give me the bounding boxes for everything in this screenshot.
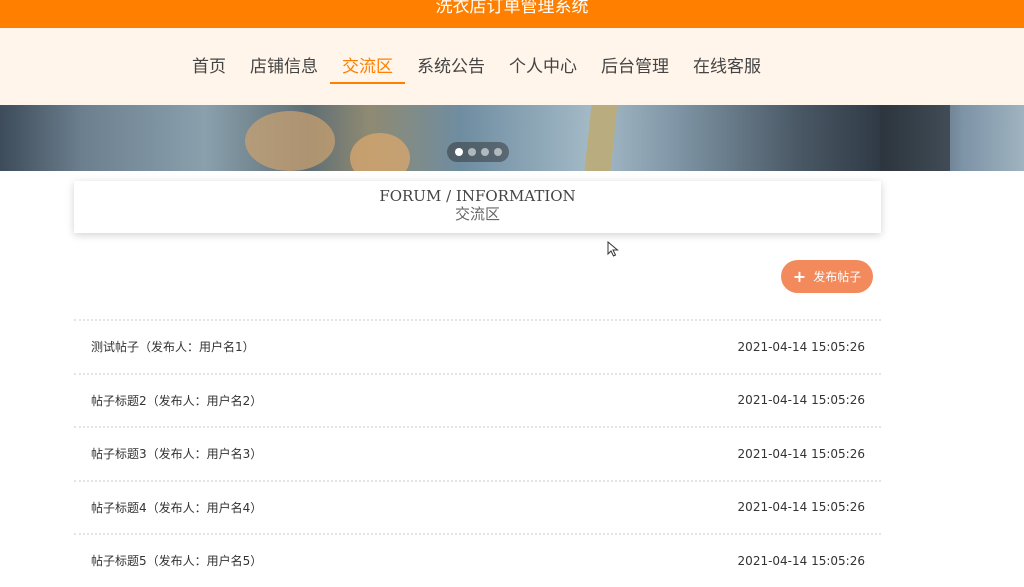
publish-post-button[interactable]: + 发布帖子 bbox=[781, 260, 873, 293]
list-item[interactable]: 帖子标题3（发布人：用户名3） 2021-04-14 15:05:26 bbox=[74, 426, 881, 480]
nav-item-online-service[interactable]: 在线客服 bbox=[683, 56, 771, 78]
carousel-indicators bbox=[447, 142, 509, 162]
nav-item-personal-center[interactable]: 个人中心 bbox=[499, 56, 587, 78]
nav-item-forum[interactable]: 交流区 bbox=[330, 56, 405, 84]
post-title: 帖子标题5（发布人：用户名5） bbox=[91, 554, 263, 569]
app-title: 洗衣店订单管理系统 bbox=[435, 0, 589, 17]
post-time: 2021-04-14 15:05:26 bbox=[737, 553, 865, 568]
carousel-dot-1[interactable] bbox=[454, 148, 463, 156]
carousel-dot-2[interactable] bbox=[467, 148, 476, 156]
banner-image-shape bbox=[880, 105, 950, 171]
section-title-zh: 交流区 bbox=[454, 205, 500, 223]
publish-post-label: 发布帖子 bbox=[813, 270, 862, 284]
main-nav: 首页 店铺信息 交流区 系统公告 个人中心 后台管理 在线客服 bbox=[0, 28, 1024, 105]
plus-icon: + bbox=[792, 266, 807, 286]
top-header: 洗衣店订单管理系统 bbox=[0, 0, 1024, 28]
nav-item-admin[interactable]: 后台管理 bbox=[591, 56, 679, 78]
banner-carousel[interactable] bbox=[0, 105, 1024, 171]
list-item[interactable]: 帖子标题5（发布人：用户名5） 2021-04-14 15:05:26 bbox=[74, 533, 881, 587]
banner-image-shape bbox=[245, 111, 335, 171]
post-title: 测试帖子（发布人：用户名1） bbox=[91, 340, 255, 355]
post-time: 2021-04-14 15:05:26 bbox=[737, 446, 865, 461]
post-title: 帖子标题2（发布人：用户名2） bbox=[91, 393, 263, 408]
banner-image-shape bbox=[584, 105, 618, 171]
list-item[interactable]: 测试帖子（发布人：用户名1） 2021-04-14 15:05:26 bbox=[74, 319, 881, 373]
post-time: 2021-04-14 15:05:26 bbox=[737, 393, 865, 408]
nav-item-home[interactable]: 首页 bbox=[182, 56, 236, 78]
mouse-cursor-icon bbox=[607, 241, 619, 257]
list-item[interactable]: 帖子标题2（发布人：用户名2） 2021-04-14 15:05:26 bbox=[74, 372, 881, 427]
post-title: 帖子标题4（发布人：用户名4） bbox=[91, 500, 263, 515]
post-time: 2021-04-14 15:05:26 bbox=[737, 339, 865, 354]
nav-item-announcements[interactable]: 系统公告 bbox=[407, 56, 495, 78]
post-title: 帖子标题3（发布人：用户名3） bbox=[91, 447, 263, 462]
nav-item-store-info[interactable]: 店铺信息 bbox=[240, 56, 328, 78]
carousel-dot-3[interactable] bbox=[480, 148, 489, 156]
post-time: 2021-04-14 15:05:26 bbox=[737, 500, 865, 515]
post-list: 测试帖子（发布人：用户名1） 2021-04-14 15:05:26 帖子标题2… bbox=[74, 319, 881, 587]
section-title-en: FORUM / INFORMATION bbox=[379, 187, 576, 205]
banner-image-shape bbox=[350, 133, 410, 171]
list-item[interactable]: 帖子标题4（发布人：用户名4） 2021-04-14 15:05:26 bbox=[74, 479, 881, 534]
carousel-dot-4[interactable] bbox=[493, 148, 502, 156]
section-heading: FORUM / INFORMATION 交流区 bbox=[74, 181, 881, 233]
